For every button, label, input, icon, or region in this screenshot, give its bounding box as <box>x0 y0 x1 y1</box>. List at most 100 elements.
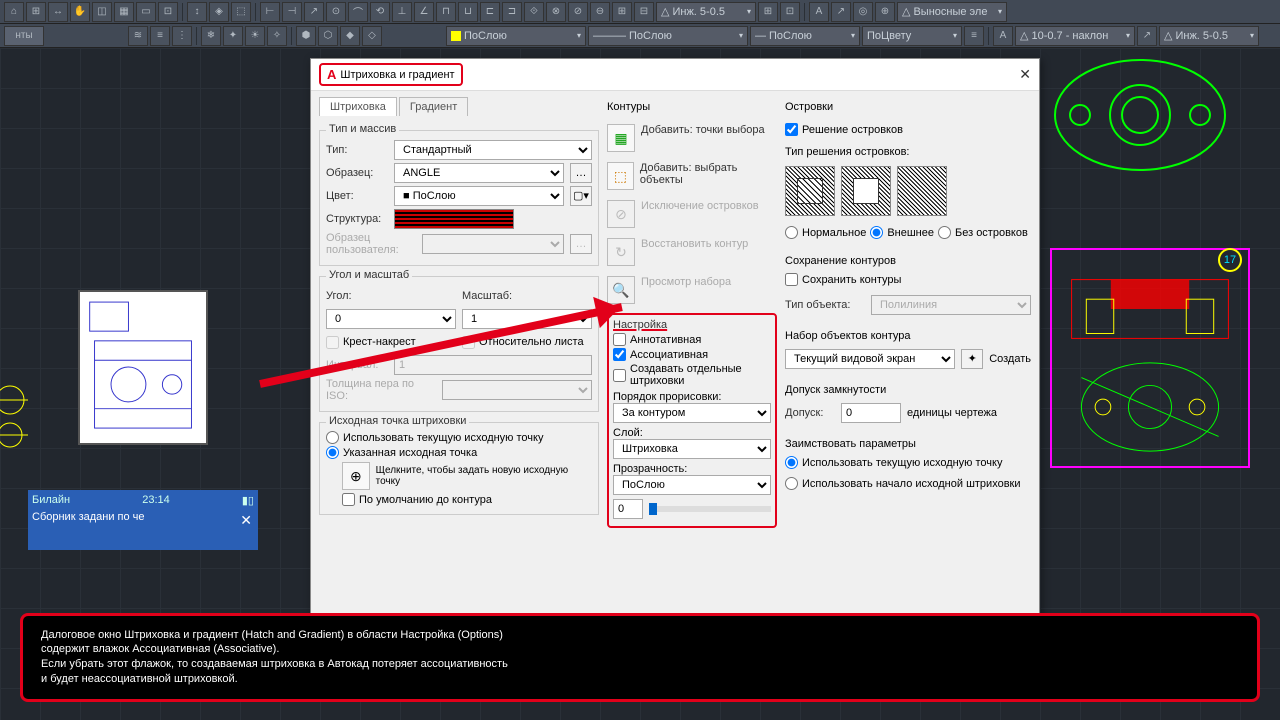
iso-select <box>442 380 592 400</box>
dim-icon[interactable]: ⊗ <box>546 2 566 22</box>
transparency-select[interactable]: ПоСлою <box>613 475 771 495</box>
island-none-preview[interactable] <box>897 166 947 216</box>
tool-icon[interactable]: ⌂ <box>4 2 24 22</box>
autocad-logo-icon: A <box>327 67 336 82</box>
angle-select[interactable]: 0 <box>326 309 456 329</box>
layer-icon[interactable]: ⬢ <box>296 26 316 46</box>
lineweight-dropdown[interactable]: —ПоСлою▾ <box>750 26 860 46</box>
layer-icon[interactable]: ❄ <box>201 26 221 46</box>
tool-icon[interactable]: ↕ <box>187 2 207 22</box>
layer-icon[interactable]: ◇ <box>362 26 382 46</box>
island-outer-radio[interactable] <box>870 226 883 239</box>
dim-icon[interactable]: ⊓ <box>436 2 456 22</box>
associative-checkbox[interactable] <box>613 348 626 361</box>
tool-icon[interactable]: ⊕ <box>875 2 895 22</box>
tab-gradient[interactable]: Градиент <box>399 97 468 116</box>
dim-icon[interactable]: ⊏ <box>480 2 500 22</box>
plotstyle-dropdown[interactable]: ПоЦвету▾ <box>862 26 962 46</box>
tool-icon[interactable]: ◎ <box>853 2 873 22</box>
pattern-preview[interactable] <box>394 209 514 229</box>
gap-input[interactable] <box>841 403 901 423</box>
origin-current-radio[interactable] <box>326 431 339 444</box>
pattern-select[interactable]: ANGLE <box>394 163 564 183</box>
boundset-select[interactable]: Текущий видовой экран <box>785 349 955 369</box>
tool-icon[interactable]: ↗ <box>831 2 851 22</box>
close-button[interactable]: ✕ <box>1019 66 1031 83</box>
separate-checkbox[interactable] <box>613 369 626 382</box>
island-detect-checkbox[interactable] <box>785 123 798 136</box>
tool-icon[interactable]: ↔ <box>48 2 68 22</box>
island-normal-preview[interactable] <box>785 166 835 216</box>
tool-icon[interactable]: ⊡ <box>158 2 178 22</box>
tool-icon[interactable]: ≡ <box>964 26 984 46</box>
tab-left[interactable]: нты <box>4 26 44 46</box>
origin-set-radio[interactable] <box>326 446 339 459</box>
userpattern-select <box>422 234 564 254</box>
inherit-source-radio[interactable] <box>785 477 798 490</box>
tool-icon[interactable]: ▭ <box>136 2 156 22</box>
dim-icon[interactable]: ⌒ <box>348 2 368 22</box>
island-normal-radio[interactable] <box>785 226 798 239</box>
dim-icon[interactable]: ⊟ <box>634 2 654 22</box>
dim-icon[interactable]: ⊙ <box>326 2 346 22</box>
tool-icon[interactable]: A <box>809 2 829 22</box>
text-icon[interactable]: A <box>993 26 1013 46</box>
draworder-select[interactable]: За контуром <box>613 403 771 423</box>
dim-icon[interactable]: ⊥ <box>392 2 412 22</box>
color-select[interactable]: ■ ПоСлою <box>394 186 564 206</box>
annotative-checkbox[interactable] <box>613 333 626 346</box>
color-dropdown[interactable]: ПоСлою▾ <box>446 26 586 46</box>
tool-icon[interactable]: ◫ <box>92 2 112 22</box>
tool-icon[interactable]: ↗ <box>1137 26 1157 46</box>
pick-origin-button[interactable]: ⊕ <box>342 462 370 490</box>
layer-icon[interactable]: ⋮ <box>172 26 192 46</box>
add-select-button[interactable]: ⬚ <box>607 162 634 190</box>
dim-icon[interactable]: ∠ <box>414 2 434 22</box>
pattern-browse-button[interactable]: … <box>570 163 592 183</box>
inherit-current-radio[interactable] <box>785 456 798 469</box>
layer-icon[interactable]: ◆ <box>340 26 360 46</box>
linetype-dropdown[interactable]: ———ПоСлою▾ <box>588 26 748 46</box>
retain-checkbox[interactable] <box>785 273 798 286</box>
layer-icon[interactable]: ≡ <box>150 26 170 46</box>
transparency-input[interactable] <box>613 499 643 519</box>
layer-icon[interactable]: ⬡ <box>318 26 338 46</box>
add-points-button[interactable]: ▦ <box>607 124 635 152</box>
tool-icon[interactable]: ⊡ <box>780 2 800 22</box>
boundset-new-button[interactable]: ✦ <box>961 349 983 369</box>
tab-hatch[interactable]: Штриховка <box>319 97 397 116</box>
layer-icon[interactable]: ✦ <box>223 26 243 46</box>
dim-icon[interactable]: ⟐ <box>524 2 544 22</box>
tool-icon[interactable]: ◈ <box>209 2 229 22</box>
tool-icon[interactable]: ⬚ <box>231 2 251 22</box>
dim-icon[interactable]: ⊢ <box>260 2 280 22</box>
close-icon[interactable]: ✕ <box>240 512 252 529</box>
layer-icon[interactable]: ☀ <box>245 26 265 46</box>
origin-default-checkbox[interactable] <box>342 493 355 506</box>
island-none-radio[interactable] <box>938 226 951 239</box>
island-outer-preview[interactable] <box>841 166 891 216</box>
dim-icon[interactable]: ⊐ <box>502 2 522 22</box>
dim-icon[interactable]: ⊔ <box>458 2 478 22</box>
textstyle-dropdown[interactable]: △10-0.7 - наклон▾ <box>1015 26 1135 46</box>
layer-select[interactable]: Штриховка <box>613 439 771 459</box>
dim-icon[interactable]: ⊖ <box>590 2 610 22</box>
dim-icon[interactable]: ↗ <box>304 2 324 22</box>
type-select[interactable]: Стандартный <box>394 140 592 160</box>
dim-icon[interactable]: ⊘ <box>568 2 588 22</box>
dim-icon[interactable]: ⊣ <box>282 2 302 22</box>
tool-icon[interactable]: ▦ <box>114 2 134 22</box>
layer-icon[interactable]: ≋ <box>128 26 148 46</box>
islands-heading: Островки <box>785 101 1031 113</box>
tool-icon[interactable]: ⊞ <box>26 2 46 22</box>
dim-icon[interactable]: ⊞ <box>612 2 632 22</box>
color-swatch-button[interactable]: ▢▾ <box>570 186 592 206</box>
dim-icon[interactable]: ⟲ <box>370 2 390 22</box>
arrowstyle-dropdown[interactable]: △Инж. 5-0.5▾ <box>1159 26 1259 46</box>
caption-overlay: Далоговое окно Штриховка и градиент (Hat… <box>20 613 1260 702</box>
pan-icon[interactable]: ✋ <box>70 2 90 22</box>
leader-dropdown[interactable]: △Выносные эле▾ <box>897 2 1007 22</box>
tool-icon[interactable]: ⊞ <box>758 2 778 22</box>
layer-icon[interactable]: ✧ <box>267 26 287 46</box>
dimstyle-dropdown[interactable]: △Инж. 5-0.5▾ <box>656 2 756 22</box>
